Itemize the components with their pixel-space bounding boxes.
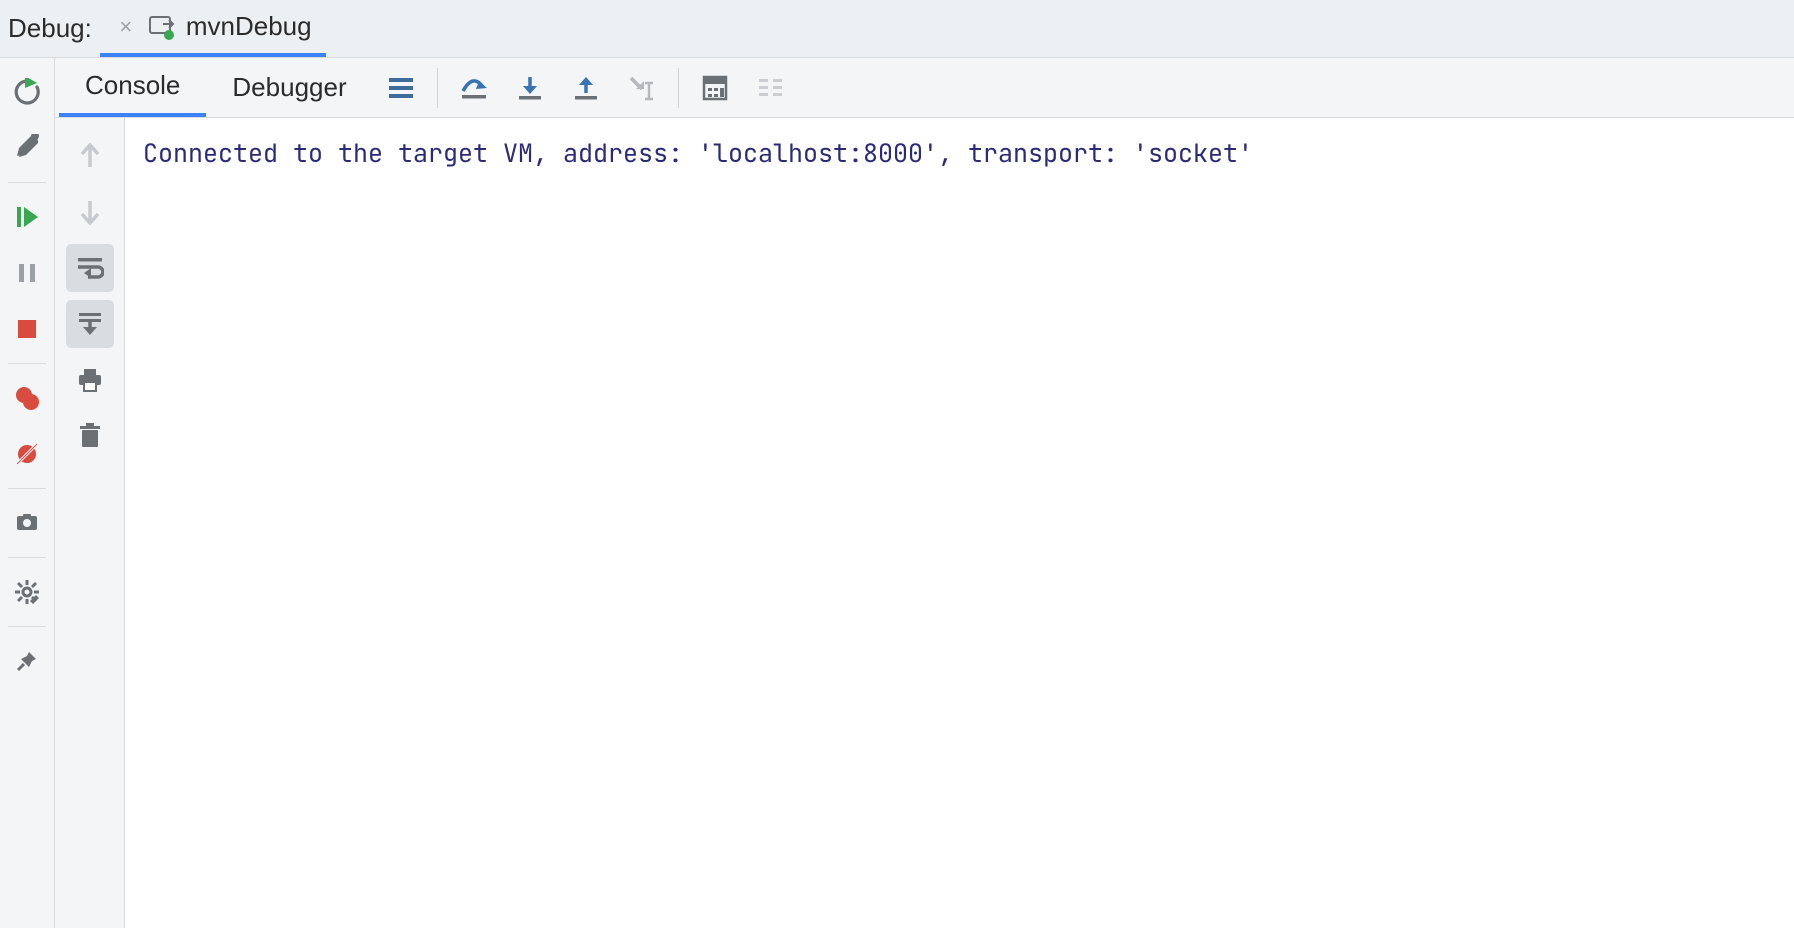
settings-button[interactable] bbox=[7, 572, 47, 612]
stop-button[interactable] bbox=[7, 309, 47, 349]
previous-button[interactable] bbox=[66, 132, 114, 180]
clear-all-button[interactable] bbox=[66, 412, 114, 460]
soft-wrap-button[interactable] bbox=[66, 244, 114, 292]
run-config-icon bbox=[148, 13, 176, 41]
step-into-button[interactable] bbox=[508, 66, 552, 110]
rerun-button[interactable] bbox=[7, 72, 47, 112]
console-left-toolbar bbox=[55, 118, 125, 928]
console-tab[interactable]: Console bbox=[59, 58, 206, 117]
console-line: Connected to the target VM, address: 'lo… bbox=[143, 136, 1253, 170]
tab-label: mvnDebug bbox=[186, 11, 312, 42]
pin-tab-button[interactable] bbox=[7, 641, 47, 681]
threads-view-button[interactable] bbox=[379, 66, 423, 110]
pause-button[interactable] bbox=[7, 253, 47, 293]
debug-tab-mvndebug[interactable]: × mvnDebug bbox=[100, 0, 326, 57]
mute-breakpoints-button[interactable] bbox=[7, 434, 47, 474]
debug-panel-header: Debug: × mvnDebug bbox=[0, 0, 1794, 58]
debugger-tab[interactable]: Debugger bbox=[206, 58, 372, 117]
print-button[interactable] bbox=[66, 356, 114, 404]
next-button[interactable] bbox=[66, 188, 114, 236]
close-tab-icon[interactable]: × bbox=[114, 15, 138, 39]
step-out-button[interactable] bbox=[564, 66, 608, 110]
trace-current-stream-button[interactable] bbox=[749, 66, 793, 110]
console-output[interactable]: Connected to the target VM, address: 'lo… bbox=[125, 118, 1794, 928]
scroll-to-end-button[interactable] bbox=[66, 300, 114, 348]
debug-left-toolbar bbox=[0, 58, 55, 928]
step-over-button[interactable] bbox=[452, 66, 496, 110]
modify-run-config-button[interactable] bbox=[7, 128, 47, 168]
view-breakpoints-button[interactable] bbox=[7, 378, 47, 418]
panel-title: Debug: bbox=[8, 13, 100, 44]
resume-button[interactable] bbox=[7, 197, 47, 237]
evaluate-expression-button[interactable] bbox=[693, 66, 737, 110]
run-to-cursor-button[interactable] bbox=[620, 66, 664, 110]
thread-dump-button[interactable] bbox=[7, 503, 47, 543]
debug-sub-toolbar: Console Debugger bbox=[55, 58, 1794, 118]
